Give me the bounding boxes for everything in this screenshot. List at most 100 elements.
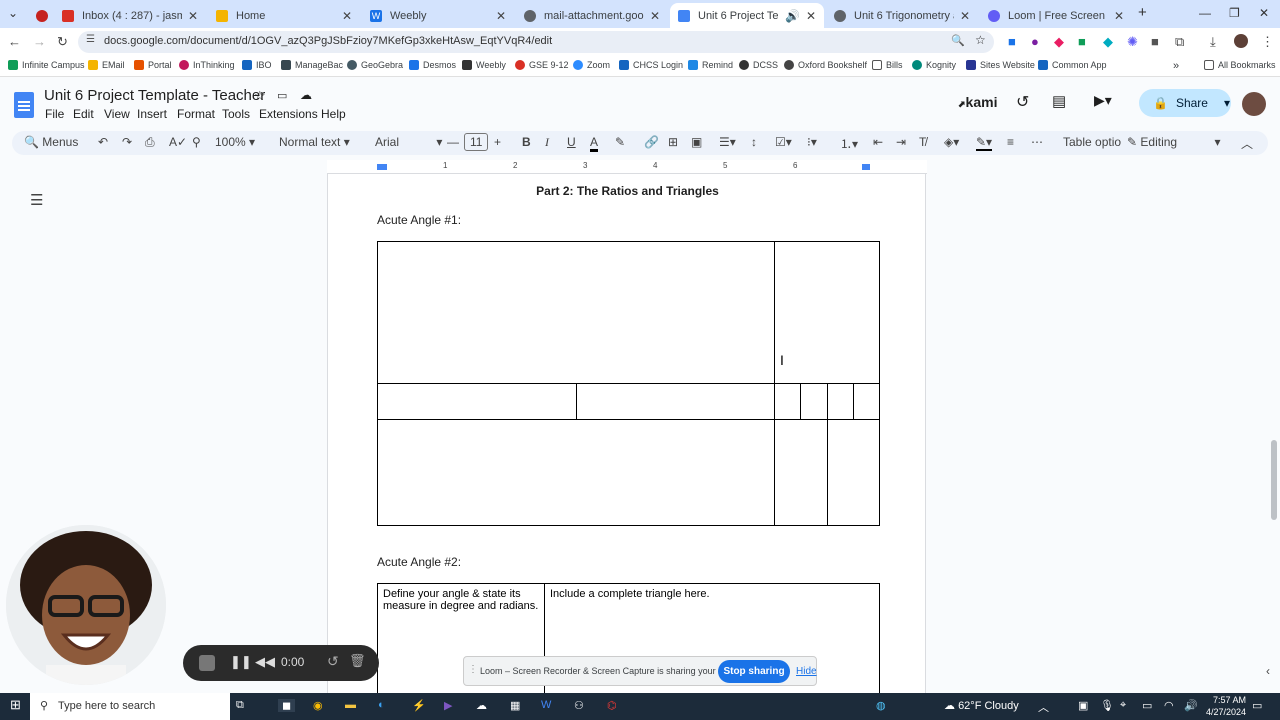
link-icon[interactable]: 🔗	[644, 135, 659, 149]
style-select[interactable]: Normal text ▾	[279, 135, 350, 149]
bold-icon[interactable]: B	[522, 135, 531, 149]
word-icon[interactable]: W	[541, 699, 551, 711]
border-dash-icon[interactable]: ⋯	[1031, 135, 1043, 149]
network-status-icon[interactable]: ▭	[1142, 699, 1152, 712]
undo-icon[interactable]: ↶	[98, 135, 108, 149]
border-width-icon[interactable]: ≡	[1007, 135, 1014, 149]
bookmark-item[interactable]: Desmos	[409, 60, 456, 70]
bookmark-item[interactable]: ManageBac	[281, 60, 343, 70]
document-outline-icon[interactable]: ☰	[30, 191, 43, 209]
menu-edit[interactable]: Edit	[73, 107, 94, 121]
underline-icon[interactable]: U	[567, 135, 576, 149]
bulleted-list-icon[interactable]: ⁝▾	[807, 135, 817, 149]
restart-icon[interactable]: ↺	[327, 653, 339, 670]
extension-icon[interactable]: ●	[1031, 34, 1039, 49]
italic-icon[interactable]: I	[545, 135, 549, 150]
share-button[interactable]: 🔒 Share ▾	[1139, 89, 1231, 117]
font-select[interactable]: Arial ▾	[375, 135, 442, 149]
table-cell[interactable]	[774, 383, 802, 420]
forward-icon[interactable]: →	[33, 34, 46, 49]
back-icon[interactable]: ←	[8, 34, 21, 49]
horizontal-ruler[interactable]: 1 2 3 4 5 6	[327, 160, 927, 174]
tab-home[interactable]: Home ✕	[208, 3, 360, 28]
bookmark-item[interactable]: Kognity	[912, 60, 956, 70]
tab-attachment[interactable]: mail-attachment.googleuserc✕	[516, 3, 668, 28]
chevron-down-icon[interactable]: ▾	[1224, 96, 1230, 110]
address-input[interactable]: ☰ docs.google.com/document/d/1OGV_azQ3Pg…	[78, 31, 994, 53]
table-cell[interactable]	[376, 419, 776, 526]
add-comment-icon[interactable]: ⊞	[668, 135, 678, 149]
close-tab-icon[interactable]: ✕	[650, 9, 660, 23]
location-icon[interactable]: ⌖	[1120, 699, 1126, 712]
paint-format-icon[interactable]: ⚲	[192, 135, 201, 149]
weather-widget[interactable]: ☁ 62°F Cloudy	[944, 699, 1019, 712]
zoom-icon[interactable]: 🔍	[951, 34, 965, 47]
app-icon[interactable]: ☁	[476, 699, 487, 712]
app-icon[interactable]: ⚇	[574, 699, 584, 712]
table-cell[interactable]	[774, 419, 828, 526]
print-icon[interactable]: ⎙	[145, 135, 155, 150]
extension-icon[interactable]: ■	[1151, 34, 1159, 49]
tab-unit6-trig[interactable]: Unit 6 Trigonometry and the U✕	[826, 3, 978, 28]
extension-icon[interactable]: ◆	[1103, 34, 1113, 50]
scrollbar-thumb[interactable]	[1271, 440, 1277, 520]
version-history-icon[interactable]: ↺	[1016, 92, 1029, 112]
bookmark-item[interactable]: Infinite Campus	[8, 60, 85, 70]
tab-unit6-project[interactable]: Unit 6 Project Template - 🔊✕	[670, 3, 824, 28]
decrease-font-size-icon[interactable]: —	[447, 135, 459, 149]
app-icon[interactable]: ◼	[278, 699, 296, 712]
close-tab-icon[interactable]: ✕	[806, 9, 816, 23]
fill-color-icon[interactable]: ◈▾	[944, 135, 959, 149]
close-window-icon[interactable]: ✕	[1259, 6, 1269, 20]
collapse-menus-icon[interactable]: ︿	[1241, 135, 1253, 152]
bookmark-item[interactable]: Oxford Bookshelf	[784, 60, 867, 70]
task-view-icon[interactable]: ⧉	[236, 699, 244, 712]
bookmark-item[interactable]: Portal	[134, 60, 172, 70]
clear-formatting-icon[interactable]: T̸	[919, 135, 926, 149]
bookmark-item[interactable]: Common App	[1038, 60, 1107, 70]
download-icon[interactable]: ⤓	[1210, 34, 1216, 50]
menu-file[interactable]: File	[45, 107, 64, 121]
account-avatar[interactable]	[1242, 92, 1266, 116]
bookmark-item[interactable]: DCSS	[739, 60, 778, 70]
bookmark-item[interactable]: Zoom	[573, 60, 610, 70]
bookmark-item[interactable]: CHCS Login	[619, 60, 683, 70]
document-page[interactable]: Part 2: The Ratios and Triangles Acute A…	[327, 174, 926, 704]
redo-icon[interactable]: ↷	[122, 135, 132, 149]
hide-banner-link[interactable]: Hide	[796, 666, 817, 677]
star-icon[interactable]: ☆	[254, 88, 266, 104]
pause-icon[interactable]: ❚❚	[230, 654, 252, 670]
wifi-icon[interactable]: ◠	[1164, 699, 1174, 712]
table-options-button[interactable]: Table optio	[1063, 135, 1121, 149]
volume-icon[interactable]: 🔊	[1184, 699, 1198, 712]
taskbar-search-box[interactable]: ⚲ Type here to search	[30, 693, 230, 720]
numbered-list-icon[interactable]: ⒈▾	[840, 135, 858, 152]
bookmark-item[interactable]: Remind	[688, 60, 733, 70]
show-hidden-icons-icon[interactable]: ︿	[1038, 699, 1049, 715]
table-cell[interactable]	[826, 383, 854, 420]
bookmark-item[interactable]: GeoGebra	[347, 60, 403, 70]
bookmark-star-icon[interactable]: ☆	[975, 33, 986, 47]
trash-icon[interactable]: 🗑	[349, 653, 366, 669]
insert-image-icon[interactable]: ▣	[691, 135, 702, 149]
tab-gmail[interactable]: Inbox (4 : 287) - jasmine.gordon✕	[54, 3, 206, 28]
profile-avatar[interactable]	[1234, 34, 1248, 48]
bookmark-item[interactable]: IBO	[242, 60, 272, 70]
audio-icon[interactable]: 🔊	[785, 9, 800, 23]
all-bookmarks-folder[interactable]: All Bookmarks	[1204, 60, 1276, 70]
loom-extension-icon[interactable]: ✺	[1127, 34, 1138, 50]
tab-recording[interactable]	[28, 3, 52, 28]
bookmark-item[interactable]: Sites Website	[966, 60, 1035, 70]
bookmark-folder[interactable]: Bills	[872, 60, 903, 70]
move-folder-icon[interactable]: ▭	[277, 89, 287, 102]
extensions-puzzle-icon[interactable]: ⧉	[1175, 34, 1184, 50]
chrome-icon[interactable]: ◉	[313, 699, 323, 712]
docs-logo-icon[interactable]	[14, 92, 34, 118]
site-info-icon[interactable]: ☰	[86, 34, 95, 45]
table-cell[interactable]	[800, 383, 828, 420]
search-menus-button[interactable]: 🔍 Menus	[24, 135, 78, 149]
meet-icon[interactable]: ▶▾	[1094, 92, 1112, 109]
tab-loom[interactable]: Loom | Free Screen & Video R✕	[980, 3, 1132, 28]
drag-handle-icon[interactable]: ⋮	[468, 664, 478, 675]
document-title[interactable]: Unit 6 Project Template - Teacher	[44, 87, 265, 104]
